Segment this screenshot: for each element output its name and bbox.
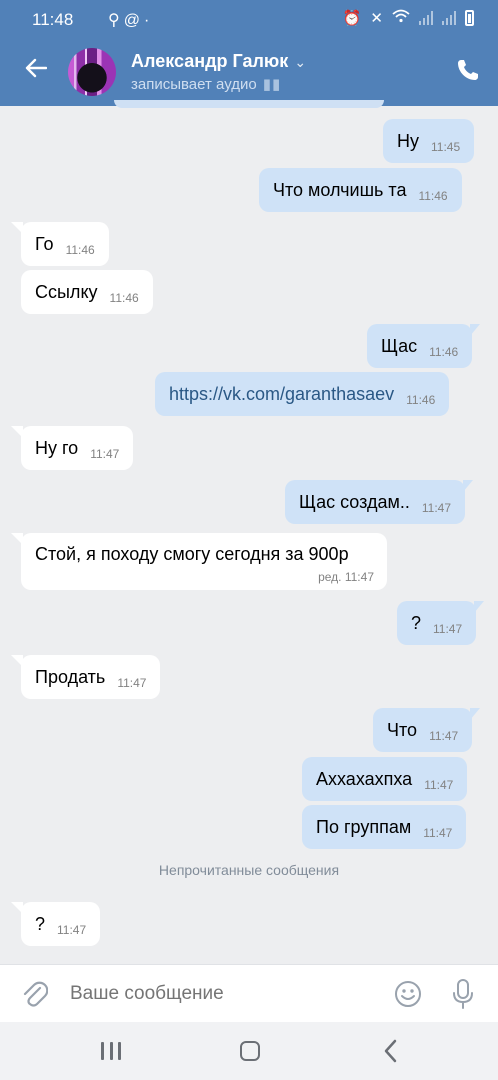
message-bubble[interactable]: Что молчишь та 11:46	[259, 168, 462, 212]
message-bubble[interactable]: Ну го 11:47	[10, 426, 134, 470]
notification-icons: ⚲@·	[108, 10, 153, 30]
message-link[interactable]: https://vk.com/garanthasaev	[169, 384, 394, 405]
message-bubble[interactable]: Щас 11:46	[367, 324, 481, 368]
top-bar: 11:48 ⚲@· ⏰ ✕ Александр Галюк ⌄ записывае…	[0, 0, 498, 106]
home-button[interactable]	[240, 1041, 260, 1061]
status-time: 11:48	[32, 10, 74, 29]
back-nav-icon[interactable]	[380, 1038, 402, 1064]
message-bubble[interactable]: Что 11:47	[373, 708, 481, 752]
system-icons: ⏰ ✕	[343, 9, 474, 27]
message-bubble[interactable]: Ссылку 11:46	[21, 270, 153, 314]
message-bubble[interactable]: https://vk.com/garanthasaev 11:46	[155, 372, 450, 416]
wifi-icon	[392, 9, 410, 27]
recent-apps-button[interactable]	[101, 1042, 121, 1060]
message-bubble[interactable]: Ну 11:45	[383, 119, 475, 163]
message-bubble[interactable]: Аххахахпха 11:47	[302, 757, 468, 801]
chat-header: Александр Галюк ⌄ записывает аудио ▮▮	[0, 40, 498, 106]
paperclip-icon[interactable]	[20, 979, 48, 1009]
message-bubble[interactable]: ? 11:47	[10, 902, 101, 946]
back-button[interactable]	[20, 52, 52, 84]
signal-icon	[419, 11, 433, 25]
contact-name[interactable]: Александр Галюк ⌄	[131, 51, 306, 72]
message-bubble[interactable]: По группам 11:47	[302, 805, 467, 849]
system-navigation-bar	[0, 1022, 498, 1080]
dot-icon: ·	[143, 12, 154, 29]
message-bubble[interactable]: Го 11:46	[11, 222, 109, 266]
signal-2-icon	[442, 11, 456, 25]
message-input[interactable]	[70, 983, 370, 1005]
microphone-icon[interactable]	[451, 978, 475, 1010]
contact-status: записывает аудио ▮▮	[131, 76, 282, 93]
recording-indicator-icon: ▮▮	[262, 76, 282, 93]
phone-icon[interactable]	[456, 58, 480, 82]
battery-icon	[465, 10, 474, 26]
avatar[interactable]	[68, 48, 116, 96]
alarm-icon: ⏰	[342, 10, 362, 27]
message-bubble[interactable]: ? 11:47	[397, 601, 485, 645]
arrow-left-icon	[25, 58, 47, 78]
message-composer	[0, 964, 498, 1022]
message-bubble[interactable]: Стой, я походу смогу сегодня за 900р ред…	[11, 533, 387, 590]
mute-icon: ✕	[370, 10, 383, 27]
message-bubble[interactable]: Щас создам.. 11:47	[285, 480, 473, 524]
previous-message-edge	[114, 100, 384, 108]
search-icon: ⚲	[108, 12, 124, 29]
message-bubble[interactable]: Продать 11:47	[10, 655, 161, 699]
chevron-down-icon: ⌄	[294, 54, 307, 70]
unread-divider: Непрочитанные сообщения	[158, 862, 340, 878]
at-icon: @	[123, 12, 144, 29]
emoji-icon[interactable]	[394, 980, 422, 1008]
status-bar: 11:48 ⚲@· ⏰ ✕	[0, 0, 498, 40]
